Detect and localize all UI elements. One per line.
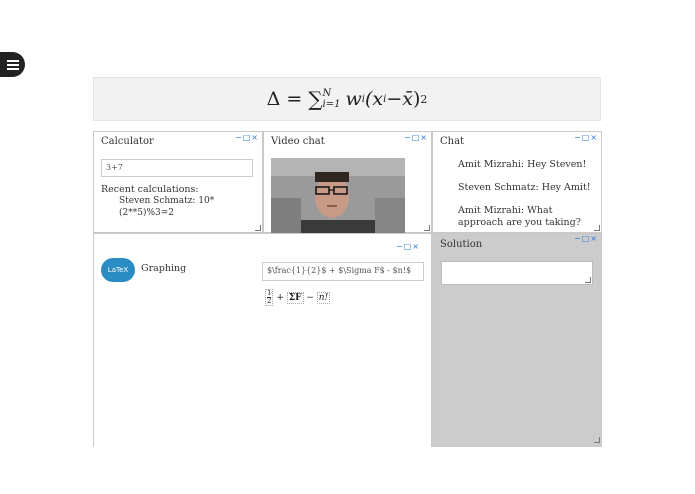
close-icon[interactable]: × bbox=[420, 133, 427, 142]
formula-open: (x bbox=[364, 88, 384, 110]
formula-sum: ∑ bbox=[308, 87, 323, 111]
minimize-icon[interactable]: − bbox=[404, 133, 411, 142]
resize-handle[interactable] bbox=[255, 225, 261, 231]
render-factorial: n! bbox=[316, 291, 331, 304]
formula-lhs: Δ bbox=[266, 88, 281, 110]
maximize-icon[interactable]: □ bbox=[412, 133, 420, 142]
close-icon[interactable]: × bbox=[412, 242, 419, 251]
chat-message: Steven Schmatz: Hey Amit! bbox=[458, 182, 591, 193]
minimize-icon[interactable]: − bbox=[574, 234, 581, 243]
recent-calculations-label: Recent calculations: bbox=[101, 184, 199, 195]
close-icon[interactable]: × bbox=[251, 133, 258, 142]
graphing-label[interactable]: Graphing bbox=[141, 263, 186, 274]
maximize-icon[interactable]: □ bbox=[404, 242, 412, 251]
textarea-resize-handle[interactable] bbox=[585, 277, 591, 283]
latex-button[interactable]: LaTeX bbox=[101, 258, 135, 282]
menu-icon bbox=[6, 59, 19, 70]
close-icon[interactable]: × bbox=[590, 133, 597, 142]
minimize-icon[interactable]: − bbox=[574, 133, 581, 142]
formula-sum-sup: N bbox=[322, 88, 332, 99]
calculator-panel: Calculator −□× 3+7 Recent calculations: … bbox=[93, 131, 263, 233]
chat-title: Chat bbox=[440, 136, 465, 147]
minimize-icon[interactable]: − bbox=[235, 133, 242, 142]
chat-message: Amit Mizrahi: Hey Steven! bbox=[458, 159, 587, 170]
solution-panel: Solution −□× bbox=[432, 233, 602, 447]
latex-input[interactable]: $\frac{1}{2}$ + $\Sigma F$ - $n!$ bbox=[262, 262, 424, 281]
maximize-icon[interactable]: □ bbox=[582, 133, 590, 142]
formula-weight: w bbox=[345, 88, 362, 110]
recent-calculation-entry: Steven Schmatz: 10* (2**5)%3=2 bbox=[119, 196, 215, 218]
formula-display: Δ = ∑ N i=1 wi (x i − x̄ ) 2 bbox=[93, 77, 601, 121]
fraction-denominator: 2 bbox=[267, 297, 272, 305]
graphing-panel: −□× LaTeX Graphing $\frac{1}{2}$ + $\Sig… bbox=[93, 233, 432, 447]
render-plus: + bbox=[273, 292, 287, 303]
formula-close: ) bbox=[412, 88, 421, 110]
latex-rendered-output: 1 2 + ΣF − n! bbox=[265, 289, 331, 306]
render-minus: − bbox=[303, 292, 317, 303]
video-chat-panel: Video chat −□× bbox=[263, 131, 432, 233]
resize-handle[interactable] bbox=[424, 225, 430, 231]
minimize-icon[interactable]: − bbox=[396, 242, 403, 251]
video-feed bbox=[271, 158, 405, 233]
webcam-person-image bbox=[271, 158, 405, 233]
formula-minus: − bbox=[386, 88, 403, 110]
chat-message: Amit Mizrahi: What approach are you taki… bbox=[458, 205, 581, 228]
formula-sum-sub: i=1 bbox=[322, 99, 341, 110]
resize-handle[interactable] bbox=[594, 225, 600, 231]
resize-handle[interactable] bbox=[594, 437, 600, 443]
calculator-title: Calculator bbox=[101, 136, 154, 147]
formula-exp: 2 bbox=[420, 92, 428, 106]
solution-input[interactable] bbox=[441, 261, 593, 285]
render-sigma: ΣF bbox=[286, 291, 304, 304]
video-chat-title: Video chat bbox=[271, 136, 325, 147]
calculator-input[interactable]: 3+7 bbox=[101, 159, 253, 177]
formula-xbar: x̄ bbox=[402, 88, 413, 110]
hamburger-menu-button[interactable] bbox=[0, 52, 25, 77]
chat-panel: Chat −□× Amit Mizrahi: Hey Steven! Steve… bbox=[432, 131, 602, 233]
maximize-icon[interactable]: □ bbox=[582, 234, 590, 243]
solution-title: Solution bbox=[440, 239, 483, 250]
close-icon[interactable]: × bbox=[590, 234, 597, 243]
maximize-icon[interactable]: □ bbox=[243, 133, 251, 142]
formula-equals: = bbox=[286, 88, 303, 110]
